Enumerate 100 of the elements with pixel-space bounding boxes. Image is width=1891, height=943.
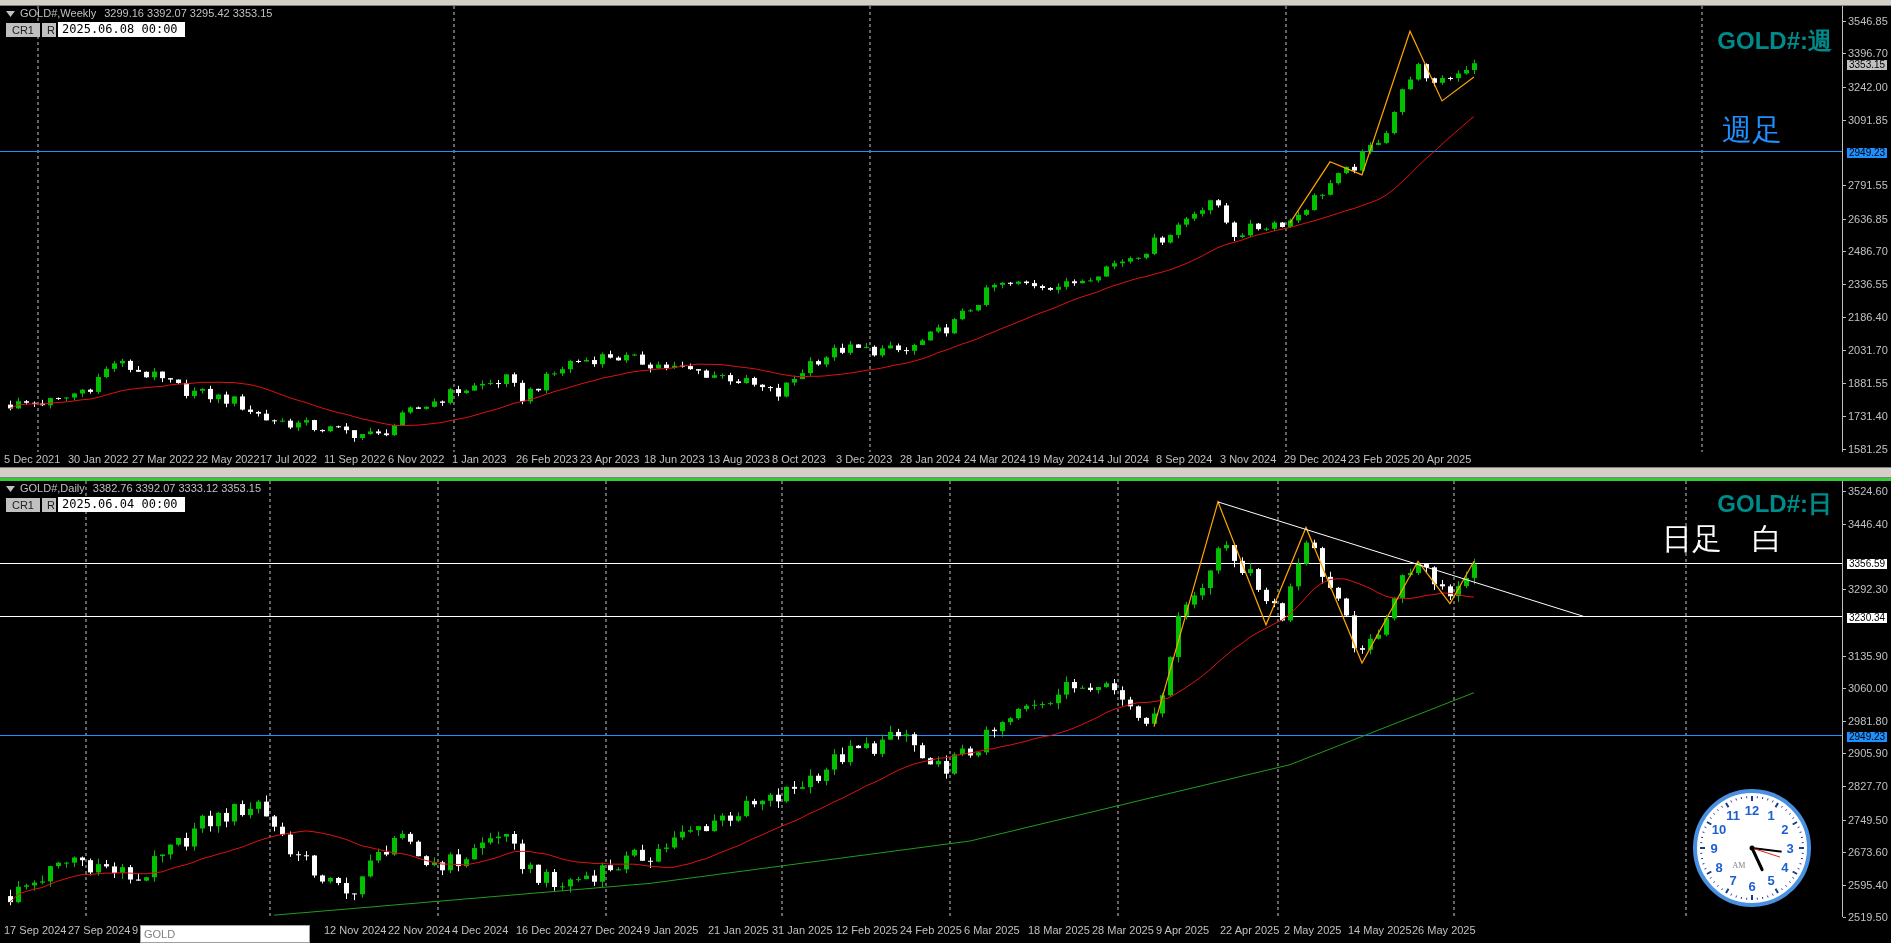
price-label: 2749.50 [1848, 814, 1888, 826]
date-label: 9 [132, 922, 140, 938]
date-label: 27 Mar 2022 [132, 452, 195, 467]
clock-pivot [1749, 845, 1755, 851]
date-label: 22 Apr 2025 [1220, 922, 1281, 938]
date-label: 14 May 2025 [1348, 922, 1412, 938]
date-label: 18 Mar 2025 [1028, 922, 1091, 938]
date-label: 9 Jan 2025 [644, 922, 700, 938]
clock-numeral: 10 [1711, 821, 1727, 837]
date-label: 24 Feb 2025 [900, 922, 963, 938]
price-label: 3135.90 [1848, 650, 1888, 662]
date-field[interactable]: 2025.06.04 00:00 [58, 497, 185, 512]
price-tag: 3356.59 [1847, 559, 1888, 570]
date-label: 6 Nov 2022 [388, 452, 446, 467]
date-label: 29 Dec 2024 [1284, 452, 1348, 467]
price-label: 3396.70 [1848, 48, 1888, 60]
chart-note: 日足 白 [1662, 521, 1782, 557]
chart-title: GOLD#:日 [1717, 489, 1832, 519]
date-field[interactable]: 2025.06.08 00:00 [58, 22, 185, 37]
price-label: 3060.00 [1848, 682, 1888, 694]
price-tag: 3353.15 [1847, 59, 1888, 70]
date-label: 27 Dec 2024 [580, 922, 644, 938]
clock-numeral: 12 [1744, 802, 1760, 818]
triangle-icon [6, 485, 15, 492]
date-label: 31 Jan 2025 [772, 922, 834, 938]
date-label: 4 Dec 2024 [452, 922, 510, 938]
date-label: 6 Mar 2025 [964, 922, 1021, 938]
price-label: 2673.60 [1848, 846, 1888, 858]
clock-numeral: 7 [1729, 873, 1737, 889]
date-label: 3 Nov 2024 [1220, 452, 1278, 467]
date-label: 16 Dec 2024 [516, 922, 580, 938]
price-label: 3242.00 [1848, 81, 1888, 93]
splitter-bar[interactable] [0, 467, 1891, 478]
price-label: 2636.85 [1848, 213, 1888, 225]
date-label: 22 Nov 2024 [388, 922, 452, 938]
toolbar-button[interactable]: CR1 [6, 497, 40, 512]
date-label: 23 Apr 2023 [580, 452, 641, 467]
date-label: 21 Jan 2025 [708, 922, 770, 938]
date-label: 26 Feb 2023 [516, 452, 579, 467]
date-label: 12 Feb 2025 [836, 922, 899, 938]
date-label: 22 May 2022 [196, 452, 260, 467]
price-label: 2519.50 [1848, 912, 1888, 923]
price-label: 3091.85 [1848, 114, 1888, 126]
price-readout: 3382.76 3392.07 3333.12 3353.15 [92, 481, 261, 497]
date-label: 5 Dec 2021 [4, 452, 62, 467]
date-label: 19 May 2024 [1028, 452, 1092, 467]
date-label: 27 Sep 2024 [68, 922, 132, 938]
date-label: 8 Sep 2024 [1156, 452, 1214, 467]
clock-numeral: 6 [1748, 878, 1756, 894]
price-label: 2791.55 [1848, 179, 1888, 191]
date-label: 13 Aug 2023 [708, 452, 771, 467]
date-label: 3 Dec 2023 [836, 452, 894, 467]
clock-numeral: 11 [1726, 807, 1740, 823]
symbol-label: GOLD#,Daily [20, 481, 85, 497]
date-label: 9 Apr 2025 [1156, 922, 1211, 938]
clock-numeral: 3 [1786, 840, 1794, 856]
date-label: 14 Jul 2024 [1092, 452, 1150, 467]
price-readout: 3299.16 3392.07 3295.42 3353.15 [104, 6, 273, 22]
price-tag: 2949.23 [1847, 731, 1888, 742]
clock-numeral: 1 [1767, 807, 1775, 823]
price-tag: 2949.23 [1847, 147, 1888, 158]
toolbar-button[interactable]: R [42, 22, 56, 37]
price-label: 2981.80 [1848, 716, 1888, 728]
clock-numeral: 4 [1781, 859, 1789, 875]
date-label: 1 Jan 2023 [452, 452, 508, 467]
clock-numeral: 5 [1767, 873, 1775, 889]
clock-numeral: 8 [1715, 859, 1723, 875]
symbol-field[interactable]: GOLD [140, 925, 310, 943]
date-label: 30 Jan 2022 [68, 452, 130, 467]
chart-note: 週足 [1722, 112, 1782, 148]
price-label: 2486.70 [1848, 246, 1888, 258]
price-label: 3524.60 [1848, 486, 1888, 497]
price-label: 3446.40 [1848, 519, 1888, 531]
date-label: 17 Sep 2024 [4, 922, 68, 938]
date-label: 2 May 2025 [1284, 922, 1343, 938]
date-label: 20 Apr 2025 [1412, 452, 1473, 467]
triangle-icon [6, 10, 15, 17]
date-label: 8 Oct 2023 [772, 452, 827, 467]
price-tag: 3230.34 [1847, 612, 1888, 623]
symbol-label: GOLD#,Weekly [20, 6, 97, 22]
price-label: 2595.40 [1848, 879, 1888, 891]
date-label: 24 Mar 2024 [964, 452, 1027, 467]
price-label: 2827.70 [1848, 781, 1888, 793]
date-label: 17 Jul 2022 [260, 452, 318, 467]
price-label: 1881.55 [1848, 378, 1888, 390]
toolbar-button[interactable]: CR1 [6, 22, 40, 37]
date-label: 11 Sep 2022 [324, 452, 387, 467]
chart-title: GOLD#:週 [1717, 26, 1832, 56]
date-label: 18 Jun 2023 [644, 452, 706, 467]
price-label: 1581.25 [1848, 443, 1888, 455]
toolbar-button[interactable]: R [42, 497, 56, 512]
date-label: 28 Jan 2024 [900, 452, 962, 467]
price-label: 3292.30 [1848, 584, 1888, 596]
clock-numeral: 9 [1710, 840, 1718, 856]
date-label: 23 Feb 2025 [1348, 452, 1411, 467]
price-label: 2031.70 [1848, 345, 1888, 357]
price-label: 2905.90 [1848, 748, 1888, 760]
price-label: 1731.40 [1848, 410, 1888, 422]
price-label: 3546.85 [1848, 15, 1888, 27]
date-label: 26 May 2025 [1412, 922, 1476, 938]
